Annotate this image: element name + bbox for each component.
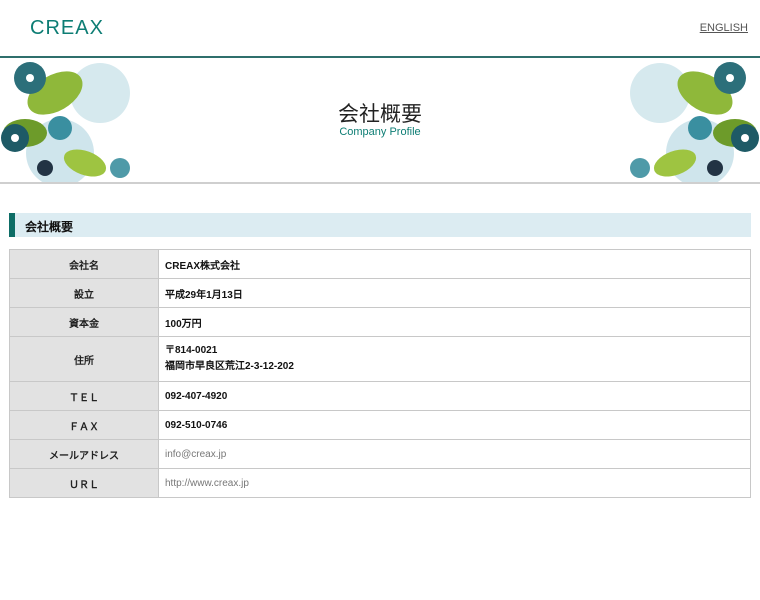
table-row: ＵＲＬ http://www.creax.jp bbox=[9, 468, 751, 498]
page-banner: 会社概要 Company Profile bbox=[0, 56, 760, 184]
section-heading-label: 会社概要 bbox=[25, 220, 74, 234]
company-profile-table: 会社名 CREAX株式会社 設立 平成29年1月13日 資本金 100万円 住所… bbox=[9, 249, 751, 498]
table-row: 資本金 100万円 bbox=[9, 307, 751, 337]
row-label: 設立 bbox=[9, 278, 159, 308]
table-row: 会社名 CREAX株式会社 bbox=[9, 249, 751, 279]
row-label: メールアドレス bbox=[9, 439, 159, 469]
row-label: 会社名 bbox=[9, 249, 159, 279]
street-address: 福岡市早良区荒江2-3-12-202 bbox=[165, 361, 294, 372]
row-label: ＦＡＸ bbox=[9, 410, 159, 440]
row-value: CREAX株式会社 bbox=[158, 249, 751, 279]
postal-code: 〒814-0021 bbox=[165, 345, 218, 356]
row-value: 平成29年1月13日 bbox=[158, 278, 751, 308]
section-heading: 会社概要 bbox=[9, 213, 751, 237]
row-value: 100万円 bbox=[158, 307, 751, 337]
email-link[interactable]: info@creax.jp bbox=[158, 439, 751, 469]
page-subtitle: Company Profile bbox=[339, 126, 421, 138]
row-label: 住所 bbox=[9, 336, 159, 382]
table-row: 設立 平成29年1月13日 bbox=[9, 278, 751, 308]
row-value: 092-510-0746 bbox=[158, 410, 751, 440]
table-row: ＴＥＬ 092-407-4920 bbox=[9, 381, 751, 411]
table-row: メールアドレス info@creax.jp bbox=[9, 439, 751, 469]
site-header: CREAX ENGLISH bbox=[0, 0, 760, 56]
page-title: 会社概要 bbox=[338, 102, 422, 126]
table-row: ＦＡＸ 092-510-0746 bbox=[9, 410, 751, 440]
site-logo[interactable]: CREAX bbox=[30, 17, 104, 40]
row-label: 資本金 bbox=[9, 307, 159, 337]
english-link[interactable]: ENGLISH bbox=[700, 22, 748, 34]
url-link[interactable]: http://www.creax.jp bbox=[158, 468, 751, 498]
row-value: 092-407-4920 bbox=[158, 381, 751, 411]
address-value: 〒814-0021 福岡市早良区荒江2-3-12-202 bbox=[158, 336, 751, 382]
row-label: ＵＲＬ bbox=[9, 468, 159, 498]
row-label: ＴＥＬ bbox=[9, 381, 159, 411]
table-row: 住所 〒814-0021 福岡市早良区荒江2-3-12-202 bbox=[9, 336, 751, 382]
